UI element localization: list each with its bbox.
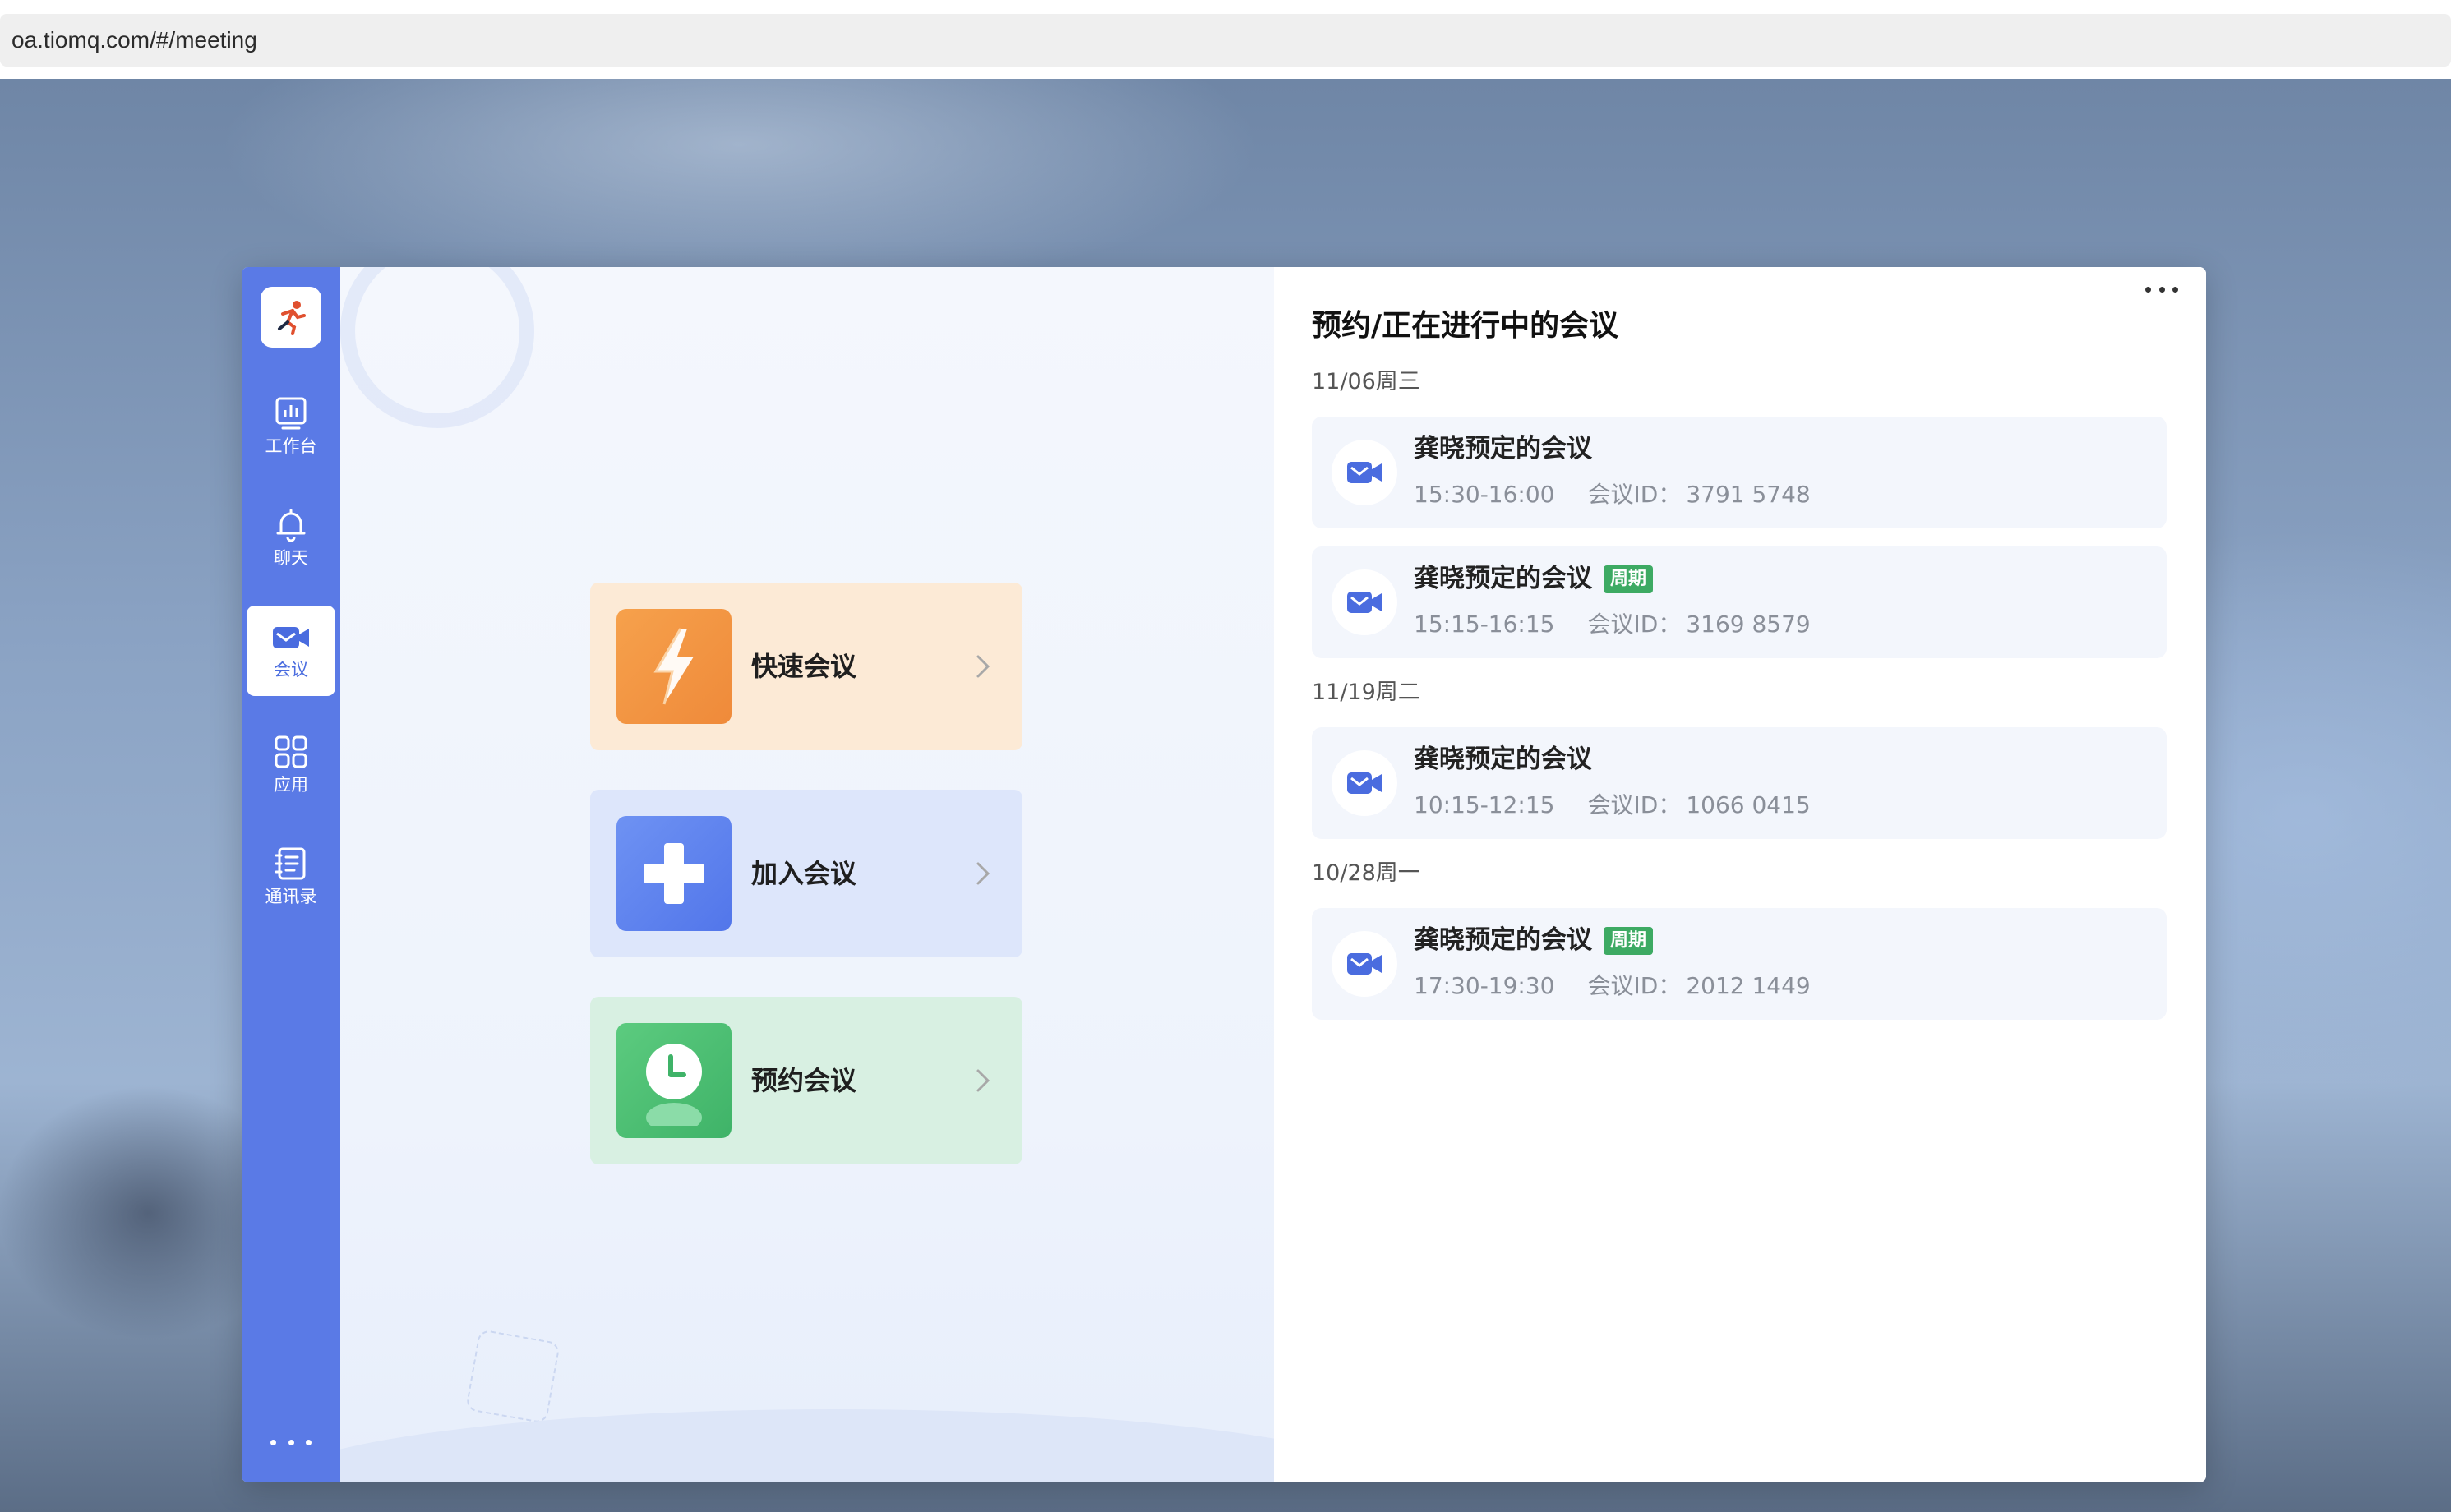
join-meeting-tile xyxy=(616,816,732,931)
join-meeting-label: 加入会议 xyxy=(751,858,857,889)
meeting-title-row: 龚晓预定的会议 xyxy=(1414,744,1592,775)
sidebar-item-apps[interactable]: 应用 xyxy=(247,719,335,809)
meeting-id-label: 会议ID： xyxy=(1587,972,1682,999)
video-meeting-icon xyxy=(1332,931,1397,997)
more-horizontal-icon[interactable] xyxy=(2145,284,2178,295)
address-bar-url[interactable]: oa.tiomq.com/#/meeting xyxy=(12,27,257,53)
meeting-details: 17:30-19:30 会议ID： 2012 1449 xyxy=(1414,972,1811,1000)
chevron-right-icon xyxy=(968,652,998,681)
meeting-actions-panel: 快速会议 加入会议 预约会议 xyxy=(340,267,1274,1482)
meeting-title-row: 龚晓预定的会议 xyxy=(1414,433,1592,464)
meeting-details: 15:30-16:00 会议ID： 3791 5748 xyxy=(1414,481,1811,509)
meeting-list-panel: 预约/正在进行中的会议 11/06周三 龚晓预定的会议 15:30-16:00 会… xyxy=(1274,267,2206,1482)
date-group-label: 10/28周一 xyxy=(1312,860,1420,886)
quick-meeting-label: 快速会议 xyxy=(751,651,857,682)
date-group-label: 11/19周二 xyxy=(1312,680,1420,705)
meeting-time: 17:30-19:30 xyxy=(1414,972,1555,999)
clock-icon xyxy=(646,1044,702,1126)
sidebar-item-chat[interactable]: 聊天 xyxy=(247,492,335,583)
sidebar-item-label: 通讯录 xyxy=(265,887,317,906)
meeting-time: 10:15-12:15 xyxy=(1414,791,1555,818)
video-meeting-icon xyxy=(1332,750,1397,816)
meeting-item[interactable]: 龚晓预定的会议 15:30-16:00 会议ID： 3791 5748 xyxy=(1312,417,2167,528)
meeting-id-label: 会议ID： xyxy=(1587,791,1682,818)
more-dots-icon[interactable] xyxy=(270,1434,312,1450)
decorative-wave xyxy=(340,1409,1274,1482)
sidebar-item-label: 会议 xyxy=(274,660,308,680)
schedule-meeting-tile xyxy=(616,1023,732,1138)
decorative-ring xyxy=(340,267,534,428)
sidebar: 工作台 聊天 会议 应用 通讯录 xyxy=(242,267,340,1482)
bell-icon xyxy=(276,509,306,542)
meeting-app-window: 工作台 聊天 会议 应用 通讯录 快速会议 加入会议 预约会议 预约/正在进行中… xyxy=(242,267,2206,1482)
meeting-title-row: 龚晓预定的会议 周期 xyxy=(1414,563,1654,594)
meeting-item[interactable]: 龚晓预定的会议 10:15-12:15 会议ID： 1066 0415 xyxy=(1312,727,2167,839)
meeting-title-row: 龚晓预定的会议 周期 xyxy=(1414,924,1654,956)
meeting-item[interactable]: 龚晓预定的会议 周期 17:30-19:30 会议ID： 2012 1449 xyxy=(1312,908,2167,1020)
chevron-right-icon xyxy=(968,1066,998,1095)
meeting-details: 10:15-12:15 会议ID： 1066 0415 xyxy=(1414,791,1811,819)
meeting-title: 龚晓预定的会议 xyxy=(1414,434,1592,463)
meeting-id: 1066 0415 xyxy=(1686,791,1811,818)
sidebar-item-workbench[interactable]: 工作台 xyxy=(247,380,335,471)
meeting-title: 龚晓预定的会议 xyxy=(1414,744,1592,774)
dashboard-icon xyxy=(275,397,307,430)
date-group-label: 11/06周三 xyxy=(1312,369,1420,394)
recurring-badge: 周期 xyxy=(1604,927,1654,955)
schedule-meeting-label: 预约会议 xyxy=(751,1065,857,1096)
schedule-meeting-button[interactable]: 预约会议 xyxy=(590,997,1022,1164)
meeting-id: 3791 5748 xyxy=(1686,481,1811,508)
decorative-square xyxy=(465,1329,561,1424)
meeting-time: 15:30-16:00 xyxy=(1414,481,1555,508)
quick-meeting-tile xyxy=(616,609,732,724)
address-bar[interactable]: oa.tiomq.com/#/meeting xyxy=(0,14,2451,67)
recurring-badge: 周期 xyxy=(1604,565,1654,593)
meeting-icon xyxy=(273,627,309,648)
contacts-icon xyxy=(275,847,306,880)
desktop-background: 工作台 聊天 会议 应用 通讯录 快速会议 加入会议 预约会议 预约/正在进行中… xyxy=(0,79,2451,1512)
chevron-right-icon xyxy=(968,859,998,888)
meeting-id-label: 会议ID： xyxy=(1587,611,1682,638)
join-meeting-button[interactable]: 加入会议 xyxy=(590,790,1022,957)
meeting-title: 龚晓预定的会议 xyxy=(1414,925,1592,955)
meeting-id-label: 会议ID： xyxy=(1587,481,1682,508)
meeting-item[interactable]: 龚晓预定的会议 周期 15:15-16:15 会议ID： 3169 8579 xyxy=(1312,546,2167,658)
sidebar-item-label: 应用 xyxy=(274,775,308,795)
meeting-id: 3169 8579 xyxy=(1686,611,1811,638)
meeting-title: 龚晓预定的会议 xyxy=(1414,564,1592,593)
panel-title: 预约/正在进行中的会议 xyxy=(1312,309,1619,343)
meeting-id: 2012 1449 xyxy=(1686,972,1811,999)
meeting-details: 15:15-16:15 会议ID： 3169 8579 xyxy=(1414,611,1811,638)
lightning-icon xyxy=(653,628,694,705)
sidebar-item-contacts[interactable]: 通讯录 xyxy=(247,831,335,921)
runner-logo-icon xyxy=(278,301,306,335)
sidebar-item-label: 聊天 xyxy=(274,548,308,568)
meeting-time: 15:15-16:15 xyxy=(1414,611,1555,638)
quick-meeting-button[interactable]: 快速会议 xyxy=(590,583,1022,750)
video-meeting-icon xyxy=(1332,440,1397,505)
sidebar-item-meeting[interactable]: 会议 xyxy=(247,606,335,696)
app-logo[interactable] xyxy=(261,287,321,348)
sidebar-item-label: 工作台 xyxy=(265,436,317,456)
browser-toolbar: oa.tiomq.com/#/meeting xyxy=(0,0,2451,79)
video-meeting-icon xyxy=(1332,569,1397,635)
apps-grid-icon xyxy=(275,735,307,768)
plus-icon xyxy=(644,843,704,904)
